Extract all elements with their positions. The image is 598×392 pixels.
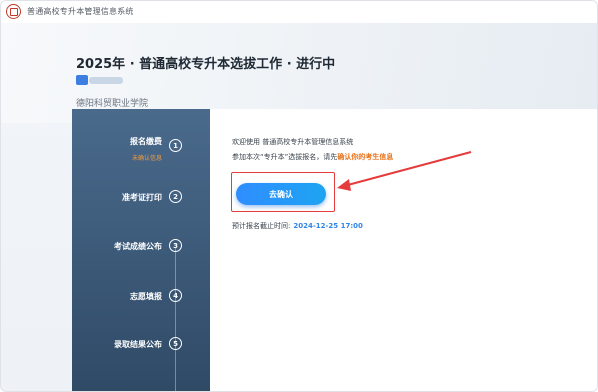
system-title: 普通高校专升本管理信息系统 <box>27 7 134 16</box>
step-number-circle: 5 <box>169 337 182 350</box>
step-number-circle: 2 <box>169 190 182 203</box>
user-name-blur <box>89 77 123 84</box>
step-exam-results[interactable]: 考试成绩公布 3 <box>72 230 210 266</box>
step-admission-results[interactable]: 录取结果公布 5 <box>72 328 210 364</box>
step-label: 考试成绩公布 <box>114 242 162 251</box>
step-label: 录取结果公布 <box>114 340 162 349</box>
step-number-circle: 3 <box>169 239 182 252</box>
app-window: 普通高校专升本管理信息系统 2025年 · 普通高校专升本选拔工作 · 进行中 … <box>0 0 598 392</box>
step-connector <box>175 247 176 391</box>
top-bar: 普通高校专升本管理信息系统 <box>1 1 597 24</box>
welcome-text: 欢迎使用 普通高校专升本管理信息系统 <box>232 138 354 146</box>
step-number-circle: 1 <box>169 139 182 152</box>
progress-sidebar: 报名缴费 未确认信息 1 准考证打印 2 考试成绩公布 3 志愿填报 4 录取结… <box>72 109 210 391</box>
step-admission-ticket[interactable]: 准考证打印 2 <box>72 181 210 217</box>
step-status-badge: 未确认信息 <box>131 155 162 162</box>
deadline-text: 预计报名截止时间: 2024-12-25 17:00 <box>232 221 363 231</box>
university-seal-icon <box>6 4 21 19</box>
confirm-button[interactable]: 去确认 <box>236 183 326 205</box>
deadline-label: 预计报名截止时间: <box>232 222 291 230</box>
step-label: 志愿填报 <box>130 292 162 301</box>
hero-banner: 2025年 · 普通高校专升本选拔工作 · 进行中 德阳科贸职业学院 <box>1 23 597 123</box>
step-label: 报名缴费 <box>130 137 162 146</box>
step-volunteer-filling[interactable]: 志愿填报 4 <box>72 280 210 316</box>
invite-text: 参加本次“专升本”选拔报名，请先确认你的考生信息 <box>232 152 393 162</box>
step-label: 准考证打印 <box>122 193 162 202</box>
invite-prefix: 参加本次“专升本”选拔报名，请先 <box>232 153 338 161</box>
confirm-info-link[interactable]: 确认你的考生信息 <box>337 153 393 161</box>
step-number-circle: 4 <box>169 289 182 302</box>
school-name: 德阳科贸职业学院 <box>76 99 149 109</box>
user-name-redacted <box>76 75 88 85</box>
step-registration[interactable]: 报名缴费 未确认信息 1 <box>72 129 210 165</box>
page-title: 2025年 · 普通高校专升本选拔工作 · 进行中 <box>76 57 336 72</box>
deadline-value: 2024-12-25 17:00 <box>293 222 363 230</box>
registration-panel: 欢迎使用 普通高校专升本管理信息系统 参加本次“专升本”选拔报名，请先确认你的考… <box>210 109 597 391</box>
